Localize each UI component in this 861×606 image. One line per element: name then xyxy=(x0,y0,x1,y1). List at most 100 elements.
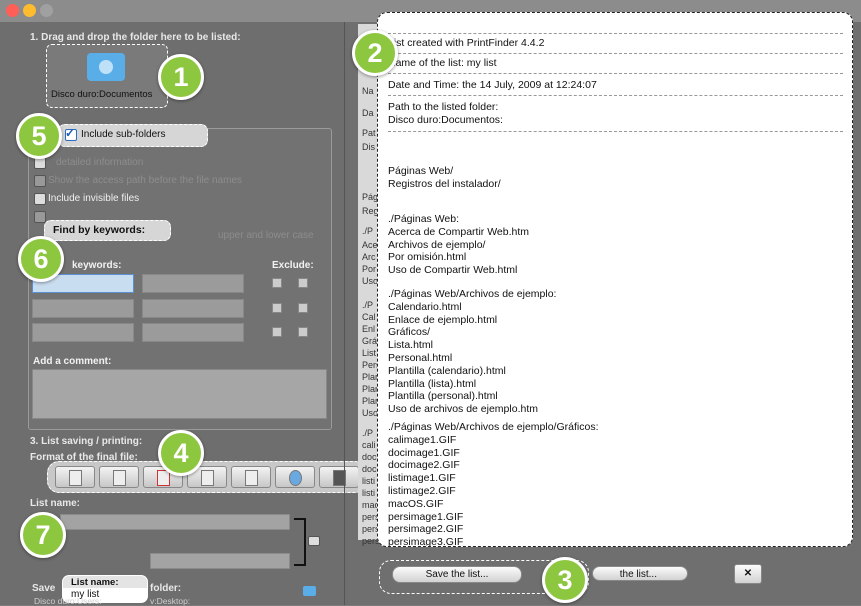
preview-line: listimage2.GIF xyxy=(388,485,456,497)
preview-line: Date and Time: the 14 July, 2009 at 12:2… xyxy=(388,79,597,91)
include-subfolders-option[interactable]: ✓ Include sub-folders xyxy=(58,124,208,147)
preview-line: Plantilla (calendario).html xyxy=(388,364,506,377)
preview-line: Plantilla (lista).html xyxy=(388,377,477,390)
ghost-list-line: Grá xyxy=(362,336,378,346)
exclude-column-header: Exclude: xyxy=(272,260,314,271)
keyword-input-6[interactable] xyxy=(142,323,244,342)
preview-line: ./Páginas Web/Archivos de ejemplo/Gráfic… xyxy=(388,421,599,433)
preview-line: Páginas Web/ xyxy=(388,165,454,177)
ghost-list-line: Enl xyxy=(362,324,376,334)
keyword-input-4[interactable] xyxy=(142,299,244,318)
list-preview: List created with PrintFinder 4.4.2 Name… xyxy=(377,12,853,547)
preview-line: Por omisión.html xyxy=(388,251,467,264)
ghost-list-line: Na xyxy=(362,86,374,96)
preview-line: persimage3.GIF xyxy=(388,536,464,547)
exclude-checkbox-3[interactable] xyxy=(272,303,282,313)
text-file-icon[interactable] xyxy=(55,466,95,488)
save-folder-label-2: folder: xyxy=(150,583,182,594)
ghost-list-line: doc xyxy=(362,464,377,474)
preview-line: ./Páginas Web/Archivos de ejemplo: xyxy=(388,288,557,300)
document-icon[interactable] xyxy=(99,466,139,488)
preview-line: Uso de Compartir Web.html xyxy=(388,264,518,277)
keyword-input-2[interactable] xyxy=(142,274,244,293)
preview-line: listimage1.GIF xyxy=(388,472,456,485)
step-badge-4: 4 xyxy=(158,430,204,476)
ghost-list-line: List xyxy=(362,348,377,358)
preview-line: Name of the list: my list xyxy=(388,57,497,69)
drop-zone[interactable]: Disco duro:Documentos xyxy=(46,44,168,108)
exclude-checkbox-5[interactable] xyxy=(272,327,282,337)
ghost-list-line: Pat xyxy=(362,128,376,138)
zoom-window-button[interactable] xyxy=(40,4,53,17)
step-badge-1: 1 xyxy=(158,54,204,100)
close-window-button[interactable] xyxy=(6,4,19,17)
preview-line: Registros del instalador/ xyxy=(388,177,501,190)
minimize-window-button[interactable] xyxy=(23,4,36,17)
lock-icon[interactable] xyxy=(308,536,320,546)
invisible-files-label: Include invisible files xyxy=(48,193,140,204)
ghost-list-line: listi xyxy=(362,476,375,486)
folder-icon xyxy=(87,53,125,81)
access-path-checkbox[interactable] xyxy=(34,175,46,187)
step-badge-2: 2 xyxy=(352,30,398,76)
case-checkbox[interactable] xyxy=(34,211,46,223)
invisible-files-checkbox[interactable] xyxy=(34,193,46,205)
ghost-list-line: ./P xyxy=(362,300,374,310)
web-icon[interactable] xyxy=(275,466,315,488)
step-badge-5: 5 xyxy=(16,113,62,159)
printer-icon[interactable] xyxy=(319,466,359,488)
list-name-field[interactable] xyxy=(60,514,290,530)
keyword-input-5[interactable] xyxy=(32,323,134,342)
ghost-list-line: Dis xyxy=(362,142,375,152)
detailed-info-label: detailed information xyxy=(56,157,144,168)
include-subfolders-label: Include sub-folders xyxy=(81,129,166,140)
drag-section-title: 1. Drag and drop the folder here to be l… xyxy=(30,32,241,43)
comment-textarea[interactable] xyxy=(32,369,327,419)
list-name-popup-label: List name: xyxy=(71,577,119,588)
ghost-list-line: ./P xyxy=(362,428,374,438)
preview-line: List created with PrintFinder 4.4.2 xyxy=(388,37,545,49)
preview-line: docimage1.GIF xyxy=(388,446,460,459)
preview-line: Archivos de ejemplo/ xyxy=(388,238,486,251)
print-list-button[interactable]: the list... xyxy=(592,566,688,581)
saving-section-title: 3. List saving / printing: xyxy=(30,436,143,447)
find-keywords-option[interactable]: Find by keywords: xyxy=(44,220,171,241)
case-label: upper and lower case xyxy=(218,230,314,241)
ghost-list-line: ./P xyxy=(362,226,374,236)
checkmark-icon: ✓ xyxy=(65,126,76,140)
ghost-list-line: cali xyxy=(362,440,376,450)
close-icon[interactable]: ✕ xyxy=(734,564,762,584)
preview-line: Uso de archivos de ejemplo.htm xyxy=(388,403,538,416)
preview-line: Path to the listed folder: xyxy=(388,101,499,113)
preview-line: Plantilla (personal).html xyxy=(388,390,498,403)
ghost-list-line: Da xyxy=(362,108,374,118)
ghost-list-line: Uso xyxy=(362,276,379,286)
preview-line: calimage1.GIF xyxy=(388,433,457,446)
exclude-checkbox-4[interactable] xyxy=(298,303,308,313)
keyword-input-3[interactable] xyxy=(32,299,134,318)
exclude-checkbox-6[interactable] xyxy=(298,327,308,337)
ghost-list-line: listi xyxy=(362,488,375,498)
access-path-label: Show the access path before the file nam… xyxy=(48,175,243,186)
exclude-checkbox-2[interactable] xyxy=(298,278,308,288)
preview-line: macOS.GIF xyxy=(388,497,444,510)
preview-line: Personal.html xyxy=(388,352,453,364)
ghost-list-line: Pág xyxy=(362,192,379,202)
preview-line: persimage2.GIF xyxy=(388,523,464,536)
choose-folder-icon[interactable] xyxy=(303,586,316,596)
ghost-list-line: Uso xyxy=(362,408,379,418)
file-name-field[interactable] xyxy=(150,553,290,569)
preview-line: Disco duro:Documentos: xyxy=(388,114,503,126)
preview-line: Lista.html xyxy=(388,339,433,352)
ghost-list-line: Por xyxy=(362,264,377,274)
comment-label: Add a comment: xyxy=(33,356,112,367)
step-badge-3: 3 xyxy=(542,557,588,603)
exclude-checkbox-1[interactable] xyxy=(272,278,282,288)
preview-line: docimage2.GIF xyxy=(388,459,460,472)
ghost-list-line: Arc xyxy=(362,252,376,262)
spreadsheet-icon[interactable] xyxy=(231,466,271,488)
list-name-title: List name: xyxy=(30,498,81,509)
preview-line: Calendario.html xyxy=(388,300,462,313)
step-badge-6: 6 xyxy=(18,236,64,282)
preview-line: ./Páginas Web: xyxy=(388,213,460,225)
